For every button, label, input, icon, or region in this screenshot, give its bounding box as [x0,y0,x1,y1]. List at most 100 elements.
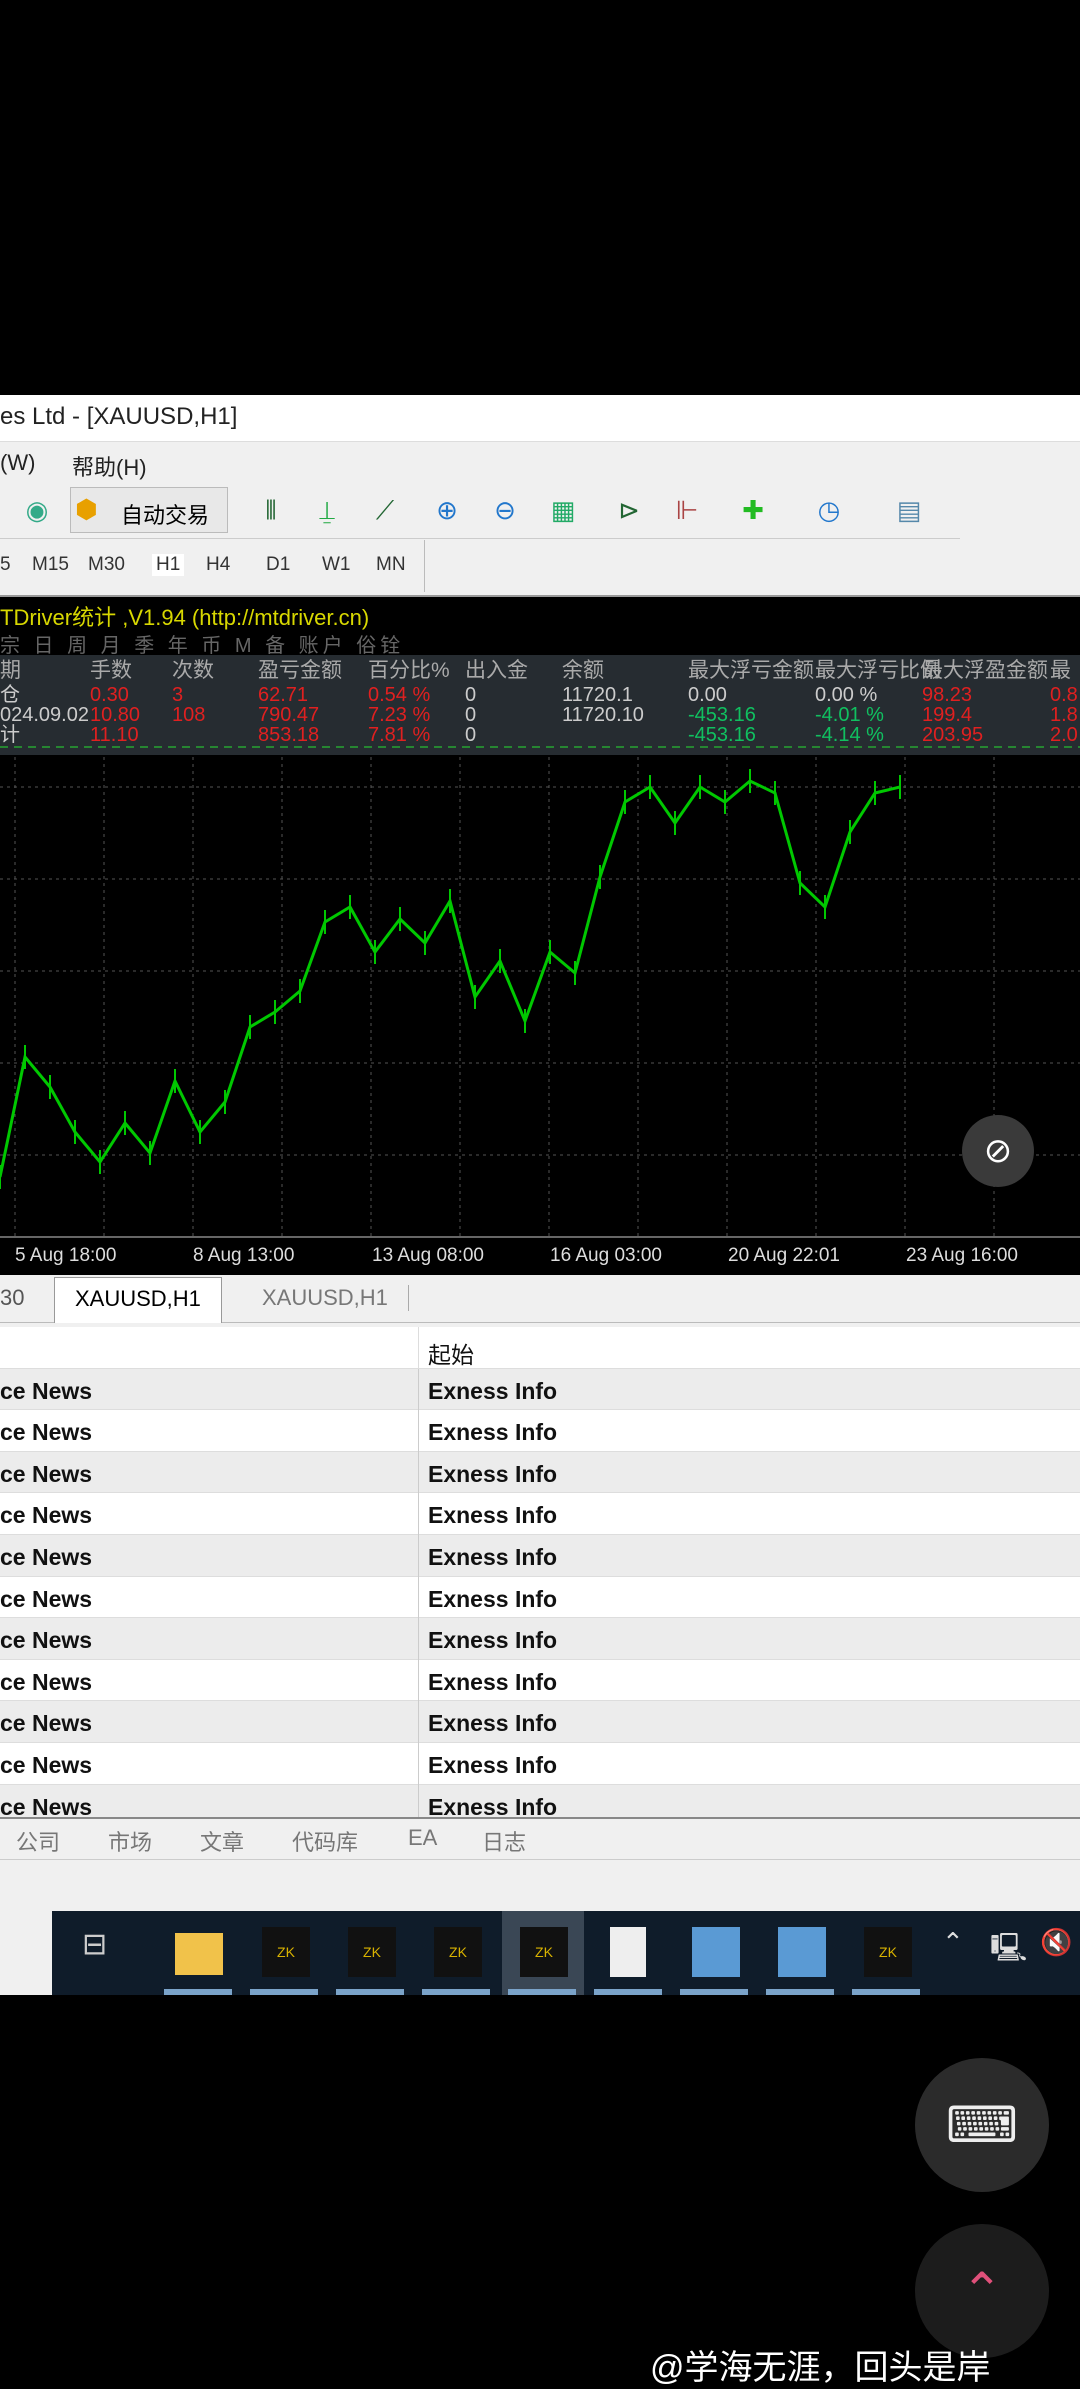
news-subject: ce News [0,1710,93,1737]
news-row[interactable]: ce News Exness Info [0,1659,1080,1702]
stats-header: 次数 [172,659,214,682]
screen-lock-button[interactable]: ⊘ [962,1115,1034,1187]
tab-articles[interactable]: 文章 [200,1825,244,1857]
stats-cell: 7.23 % [368,704,431,726]
x-label: 5 Aug 18:00 [15,1245,117,1266]
tf-h4[interactable]: H4 [206,554,230,576]
line-chart-icon[interactable]: ⟋ [366,491,404,529]
signal-icon[interactable]: ◉ [18,491,56,529]
tf-m30[interactable]: M30 [88,554,125,576]
exness-app-icon[interactable]: ZK [262,1927,310,1977]
news-row[interactable]: ce News Exness Info [0,1784,1080,1817]
news-source: Exness Info [428,1419,558,1446]
stats-cell: 0 [465,724,477,746]
news-row[interactable]: ce News Exness Info [0,1576,1080,1619]
bar-chart-icon[interactable]: ⫴ [252,491,290,529]
stats-cell: 790.47 [258,704,320,726]
exness-app-icon[interactable]: ZK [864,1927,912,1977]
price-chart[interactable]: TDriver统计 ,V1.94 (http://mtdriver.cn) 宗 … [0,595,1080,1275]
col-header-from[interactable]: 起始 [428,1336,474,1370]
candlestick-icon[interactable]: ⍊ [308,491,346,529]
document-icon[interactable] [610,1927,646,1977]
news-row[interactable]: ce News Exness Info [0,1451,1080,1494]
zoom-in-icon[interactable]: ⊕ [428,491,466,529]
status-bar [0,1859,1080,1911]
keyboard-button[interactable]: ⌨ [915,2058,1049,2192]
news-row[interactable]: ce News Exness Info [0,1368,1080,1411]
stats-cell: 11.10 [90,724,139,746]
remote-desktop-icon[interactable] [778,1927,826,1977]
exness-app-icon[interactable]: ZK [434,1927,482,1977]
stats-cell: 1.8 [1050,704,1078,726]
tab-xauusd-h1-active[interactable]: XAUUSD,H1 [54,1277,222,1323]
tab-m30[interactable]: 30 [0,1285,24,1311]
tab-journal[interactable]: 日志 [482,1825,526,1857]
periods-icon[interactable]: ◷ [810,491,848,529]
menu-help[interactable]: 帮助(H) [72,450,147,482]
task-view-icon[interactable]: ⊟ [82,1927,130,1977]
news-subject: ce News [0,1544,93,1570]
expand-button[interactable]: ⌃ [915,2224,1049,2358]
stats-cell: 10.80 [90,704,141,726]
exness-app-icon-active[interactable]: ZK [520,1927,568,1977]
news-source: Exness Info [428,1710,558,1737]
file-explorer-icon[interactable] [175,1933,223,1975]
tile-windows-icon[interactable]: ▦ [544,491,582,529]
chart-tabs: 30 XAUUSD,H1 XAUUSD,H1 [0,1275,1080,1323]
tab-xauusd-h1[interactable]: XAUUSD,H1 [262,1285,409,1311]
tf-m15[interactable]: M15 [32,554,69,576]
chart-shift-icon[interactable]: ⊳ [610,491,648,529]
indicator-title: TDriver统计 ,V1.94 (http://mtdriver.cn) [0,605,370,630]
news-row[interactable]: ce News Exness Info [0,1618,1080,1661]
news-row[interactable]: ce News Exness Info [0,1493,1080,1536]
stats-header: 期 [0,659,21,682]
tf-mn[interactable]: MN [376,554,406,576]
menu-window[interactable]: (W) [0,450,35,476]
stats-header: 最大浮盈金额 [922,659,1048,682]
chevron-up-icon[interactable]: ⌃ [942,1927,990,1977]
exness-app-icon[interactable]: ZK [348,1927,396,1977]
stats-header: 最 [1050,659,1071,682]
news-table: 起始 ce News Exness Info ce News Exness Info c… [0,1327,1080,1817]
stats-cell: 024.09.02 [0,704,89,726]
tf-d1[interactable]: D1 [266,554,290,576]
news-source: Exness Info [428,1544,558,1570]
zoom-out-icon[interactable]: ⊖ [486,491,524,529]
autotrade-icon: ⬢ [75,494,98,524]
news-row[interactable]: ce News Exness Info [0,1701,1080,1744]
stats-cell: 0 [465,684,477,706]
stats-cell: 0 [465,704,477,726]
x-label: 23 Aug 16:00 [906,1245,1018,1266]
news-subject: ce News [0,1419,93,1446]
stats-cell: -453.16 [688,724,756,746]
tab-market[interactable]: 市场 [108,1825,152,1857]
stats-cell: 0.8 [1050,684,1078,706]
autoscroll-icon[interactable]: ⊩ [668,491,706,529]
stats-header: 余额 [562,659,604,682]
tf-h1[interactable]: H1 [152,554,185,576]
toolbar: ◉ ⬢ 自动交易 ⫴ ⍊ ⟋ ⊕ ⊖ ▦ ⊳ ⊩ ✚ ◷ ▤ [0,481,960,539]
network-icon[interactable]: 🖳 [990,1927,1038,1977]
x-label: 8 Aug 13:00 [193,1245,295,1266]
volume-muted-icon[interactable]: 🔇 [1040,1927,1080,1977]
news-row[interactable]: ce News Exness Info [0,1535,1080,1577]
watermark: @学海无涯，回头是岸 [650,2349,991,2387]
stats-header: 手数 [90,659,132,682]
templates-icon[interactable]: ▤ [890,491,928,529]
news-row[interactable]: ce News Exness Info [0,1410,1080,1453]
stats-cell: 0.30 [90,684,129,706]
lock-icon: ⊘ [983,1132,1013,1170]
news-subject: ce News [0,1460,93,1487]
indicators-icon[interactable]: ✚ [734,491,772,529]
remote-desktop-icon[interactable] [692,1927,740,1977]
stats-header: 最大浮亏金额 [688,659,814,682]
tab-ea[interactable]: EA [408,1825,437,1851]
news-row[interactable]: ce News Exness Info [0,1743,1080,1785]
autotrade-button[interactable]: ⬢ 自动交易 [70,487,228,533]
tab-company[interactable]: 公司 [16,1825,60,1857]
stats-header: 盈亏金额 [258,659,342,682]
news-source: Exness Info [428,1752,558,1778]
tab-codebase[interactable]: 代码库 [292,1825,358,1857]
tf-m5[interactable]: 5 [0,554,11,576]
tf-w1[interactable]: W1 [322,554,351,576]
